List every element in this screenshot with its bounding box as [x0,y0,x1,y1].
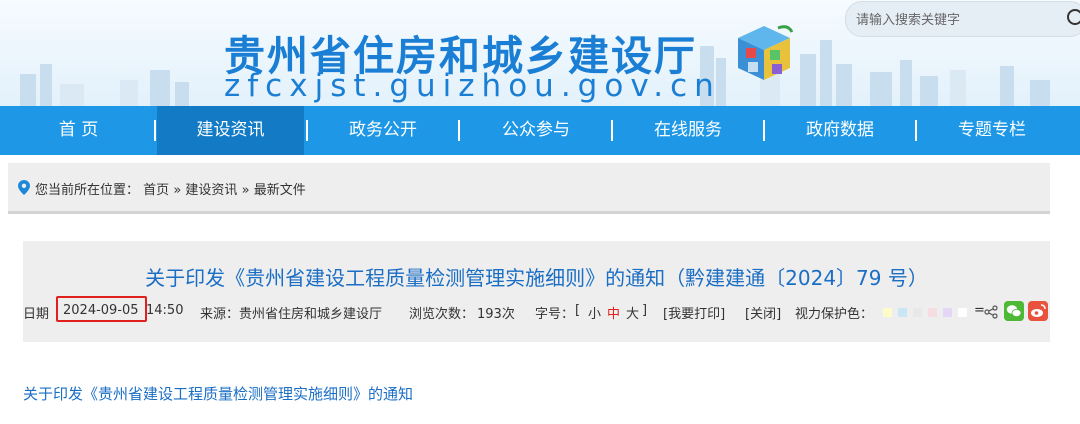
source-value: 贵州省住房和城乡建设厅 [239,307,383,322]
location-pin-icon [18,180,30,195]
font-size-bracket-open: [ [575,303,581,318]
breadcrumb-separator: » [173,183,182,198]
eye-care-color-gray[interactable] [913,308,922,317]
breadcrumb-link-construction-news[interactable]: 建设资讯 [185,183,237,198]
breadcrumb-link-home[interactable]: 首页 [143,183,169,198]
publish-date: 2024-09-05 [63,303,139,318]
site-logo-cube-icon [738,25,794,80]
breadcrumb-separator: » [241,183,250,198]
breadcrumb: 您当前所在位置： 首页 » 建设资讯 » 最新文件 [8,163,1050,214]
nav-item-public-participation[interactable]: 公众参与 [460,106,612,155]
nav-item-construction-news[interactable]: 建设资讯 [157,106,304,155]
eye-care-color-pink[interactable] [928,308,937,317]
site-domain: zfcxjst.guizhou.gov.cn [224,68,721,104]
font-size-small-button[interactable]: 小 [588,303,601,322]
eye-care-color-yellow[interactable] [883,308,892,317]
search-input[interactable] [854,9,1038,31]
font-size-medium-button[interactable]: 中 [607,303,620,322]
font-size-bracket-close: ] [642,303,648,318]
nav-item-special-topics[interactable]: 专题专栏 [917,106,1067,155]
eye-care-color-white[interactable] [958,308,967,317]
font-size-label: 字号： [535,307,575,322]
site-header: 贵州省住房和城乡建设厅 zfcxjst.guizhou.gov.cn [0,0,1080,106]
nav-item-government-data[interactable]: 政府数据 [765,106,915,155]
breadcrumb-prefix: 您当前所在位置： [35,183,140,198]
article-title: 关于印发《贵州省建设工程质量检测管理实施细则》的通知（黔建建通〔2024〕79 … [145,266,928,290]
breadcrumb-trail: 您当前所在位置： 首页 » 建设资讯 » 最新文件 [35,179,306,198]
nav-item-online-services[interactable]: 在线服务 [613,106,763,155]
nav-separator [154,120,156,141]
font-size-large-button[interactable]: 大 [626,303,639,322]
source-label: 来源： [200,307,240,322]
views-value: 193次 [477,307,515,322]
publish-time: 14:50 [146,303,184,318]
eye-care-color-purple[interactable] [943,308,952,317]
eye-care-color-blue[interactable] [898,308,907,317]
document-attachment-link[interactable]: 关于印发《贵州省建设工程质量检测管理实施细则》的通知 [23,383,413,404]
wechat-share-icon[interactable] [1004,301,1024,321]
weibo-share-icon[interactable] [1028,301,1048,321]
main-nav: 首 页 建设资讯 政务公开 公众参与 在线服务 政府数据 专题专栏 [0,106,1080,155]
article-header: 关于印发《贵州省建设工程质量检测管理实施细则》的通知（黔建建通〔2024〕79 … [23,241,1050,342]
share-icon[interactable] [984,305,998,319]
print-button[interactable]: [我要打印] [663,303,725,322]
close-button[interactable]: [关闭] [745,303,781,322]
search-icon[interactable] [1065,7,1080,29]
views-label: 浏览次数： [409,307,475,322]
date-label: 日期 [23,307,50,322]
nav-item-government-affairs[interactable]: 政务公开 [308,106,458,155]
breadcrumb-link-latest-documents[interactable]: 最新文件 [254,183,306,198]
nav-item-home[interactable]: 首 页 [0,106,157,155]
search-box [845,1,1080,37]
eye-care-label: 视力保护色： [795,307,874,322]
